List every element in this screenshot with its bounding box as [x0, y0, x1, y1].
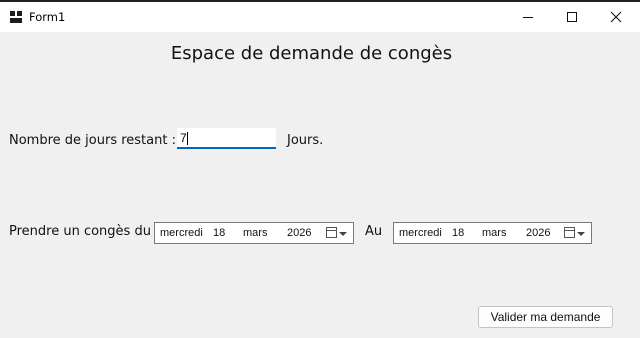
remaining-days-input[interactable]: [177, 128, 276, 149]
start-date-year: 2026: [287, 227, 312, 239]
end-date-picker[interactable]: mercredi 18 mars 2026: [393, 222, 592, 244]
submit-request-button[interactable]: Valider ma demande: [478, 306, 613, 328]
minimize-button[interactable]: [506, 2, 550, 32]
days-suffix-label: Jours.: [287, 133, 324, 148]
title-bar[interactable]: Form1: [0, 2, 640, 32]
end-date-year: 2026: [526, 227, 551, 239]
chevron-down-icon: [577, 232, 585, 236]
end-date-month: mars: [482, 227, 507, 239]
minimize-icon: [523, 17, 533, 18]
leave-to-label: Au: [365, 224, 383, 239]
app-icon: [10, 11, 22, 23]
start-date-weekday: mercredi: [160, 227, 203, 239]
text-caret: [187, 132, 188, 145]
close-button[interactable]: [594, 2, 638, 32]
maximize-icon: [567, 12, 577, 22]
calendar-icon: [564, 227, 575, 238]
end-date-day: 18: [452, 227, 465, 239]
maximize-button[interactable]: [550, 2, 594, 32]
leave-from-label: Prendre un congès du: [9, 224, 151, 239]
start-date-picker[interactable]: mercredi 18 mars 2026: [154, 222, 354, 244]
window-title: Form1: [29, 10, 66, 24]
calendar-icon: [326, 227, 337, 238]
chevron-down-icon: [339, 232, 347, 236]
remaining-days-label: Nombre de jours restant :: [9, 133, 176, 148]
end-date-weekday: mercredi: [399, 227, 442, 239]
page-title: Espace de demande de congès: [170, 43, 453, 64]
form-client-area: Espace de demande de congès Nombre de jo…: [0, 32, 640, 338]
start-date-month: mars: [243, 227, 268, 239]
start-date-day: 18: [213, 227, 226, 239]
close-icon: [610, 11, 622, 23]
